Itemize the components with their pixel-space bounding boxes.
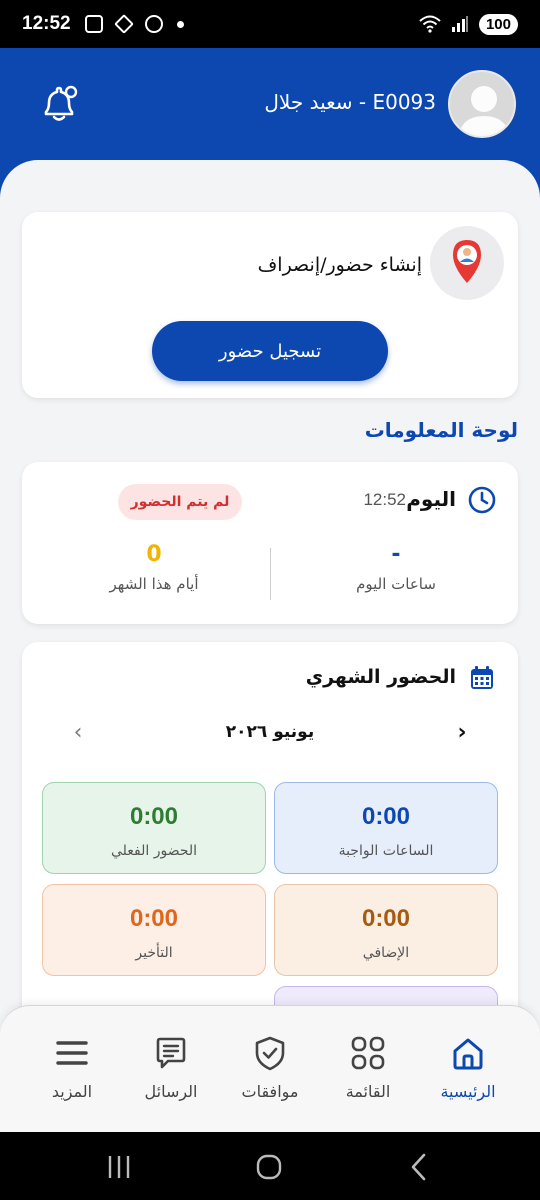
message-icon <box>156 1037 186 1069</box>
app-notification-icon <box>144 15 163 33</box>
nav-label: موافقات <box>241 1082 299 1101</box>
attendance-status-badge: لم يتم الحضور <box>118 484 242 520</box>
calendar-icon <box>471 666 493 689</box>
next-month-chevron-icon[interactable]: › <box>450 720 474 748</box>
month-days-label: أيام هذا الشهر <box>109 575 199 593</box>
tile-label: التأخير <box>135 945 173 961</box>
bottom-navigation: الرئيسية القائمة موافقات الرسائل المزيد <box>0 1005 540 1132</box>
current-time: 12:52 <box>363 490 406 509</box>
notification-bell-icon[interactable] <box>36 82 80 126</box>
tile-value: 0:00 <box>129 803 179 830</box>
nav-label: القائمة <box>345 1082 391 1101</box>
location-pin-icon <box>453 240 481 283</box>
tile-value: 0:00 <box>361 803 411 830</box>
avatar-placeholder-icon <box>458 86 510 136</box>
late-tile: 0:00 التأخير <box>42 884 266 976</box>
home-circle-icon[interactable] <box>254 1152 284 1182</box>
diamond-notification-icon <box>113 14 134 34</box>
tile-value: 0:00 <box>361 905 411 932</box>
stat-divider <box>270 548 271 600</box>
today-hours-value: - <box>391 542 401 567</box>
month-days-value: 0 <box>146 542 162 567</box>
menu-icon <box>56 1041 88 1065</box>
dashboard-title: لوحة المعلومات <box>364 418 518 442</box>
attendance-title: إنشاء حضور/إنصراف <box>257 254 422 276</box>
month-days-stat: 0 أيام هذا الشهر <box>54 542 254 593</box>
location-pin-badge <box>430 226 504 300</box>
today-hours-stat: - ساعات اليوم <box>296 542 496 593</box>
status-time: 12:52 <box>22 13 71 34</box>
grid-icon <box>351 1036 385 1070</box>
today-label: اليوم <box>406 487 456 511</box>
today-card: اليوم 12:52 لم يتم الحضور - ساعات اليوم … <box>22 462 518 624</box>
recent-apps-icon[interactable] <box>104 1152 134 1182</box>
signal-icon <box>451 16 468 32</box>
user-name: E0093 - سعيد جلال <box>264 90 436 114</box>
screenshot-icon <box>84 15 103 33</box>
shield-check-icon <box>255 1036 285 1071</box>
nav-label: الرسائل <box>144 1082 198 1101</box>
month-label: يونيو ٢٠٢٦ <box>225 722 315 742</box>
tile-value: 0:00 <box>129 905 179 932</box>
battery-indicator: 100 <box>478 13 518 35</box>
check-in-button[interactable]: تسجيل حضور <box>152 321 388 381</box>
previous-month-chevron-icon[interactable]: ‹ <box>66 720 90 748</box>
nav-label: المزيد <box>51 1082 93 1101</box>
user-avatar[interactable] <box>448 70 516 138</box>
back-icon[interactable] <box>404 1152 434 1182</box>
actual-attendance-tile: 0:00 الحضور الفعلي <box>42 782 266 874</box>
nav-messages[interactable]: الرسائل <box>121 1034 221 1101</box>
overtime-tile: 0:00 الإضافي <box>274 884 498 976</box>
system-navigation-bar <box>0 1132 540 1200</box>
status-bar: 12:52 100 <box>0 0 540 48</box>
wifi-icon <box>419 15 441 33</box>
main-content: إنشاء حضور/إنصراف تسجيل حضور لوحة المعلو… <box>0 160 540 1078</box>
tile-label: الحضور الفعلي <box>110 843 198 859</box>
status-right: 100 <box>419 13 518 35</box>
dot-icon <box>176 20 184 28</box>
required-hours-tile: 0:00 الساعات الواجبة <box>274 782 498 874</box>
today-hours-label: ساعات اليوم <box>356 575 436 593</box>
status-left: 12:52 <box>22 13 184 35</box>
monthly-attendance-card: الحضور الشهري ‹ يونيو ٢٠٢٦ › 0:00 الساعا… <box>22 642 518 1078</box>
tile-label: الساعات الواجبة <box>338 843 434 859</box>
clock-icon <box>468 486 496 514</box>
nav-label: الرئيسية <box>440 1082 496 1101</box>
monthly-title: الحضور الشهري <box>305 666 456 688</box>
nav-menu[interactable]: القائمة <box>318 1034 418 1101</box>
home-icon <box>453 1038 483 1070</box>
nav-more[interactable]: المزيد <box>22 1034 122 1101</box>
nav-home[interactable]: الرئيسية <box>418 1034 518 1101</box>
attendance-card: إنشاء حضور/إنصراف تسجيل حضور <box>22 212 518 398</box>
nav-approvals[interactable]: موافقات <box>220 1034 320 1101</box>
tile-label: الإضافي <box>362 945 410 961</box>
